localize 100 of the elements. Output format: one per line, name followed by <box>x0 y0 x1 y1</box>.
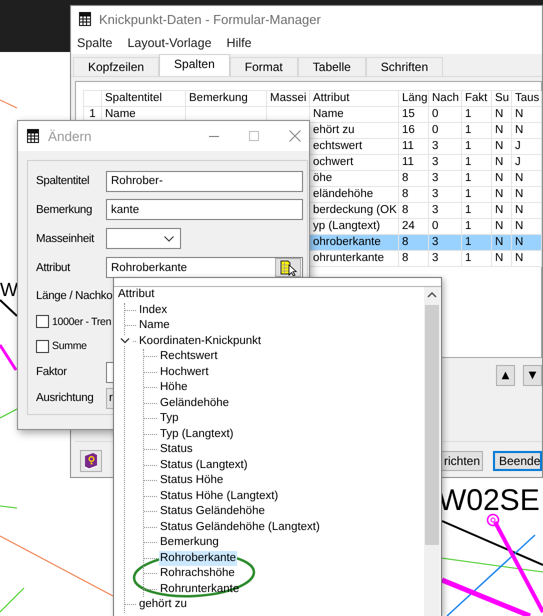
menu-item[interactable]: Spalte <box>77 36 112 50</box>
table-cell: N <box>512 203 542 219</box>
table-cell: 3 <box>429 171 462 187</box>
dialog-button[interactable]: Beende <box>493 451 542 471</box>
tree-root[interactable]: Attribut <box>117 287 156 302</box>
picker-button[interactable] <box>275 258 301 277</box>
help-button[interactable] <box>80 450 102 472</box>
column-header[interactable]: Nach <box>429 91 462 107</box>
drawing-line <box>0 100 18 108</box>
drawing-line <box>0 299 18 317</box>
maximize-icon <box>249 131 259 141</box>
table-cell: 11 <box>399 139 429 155</box>
table-cell: 3 <box>429 155 462 171</box>
picker-field[interactable]: Rohroberkante <box>106 257 303 278</box>
table-cell: J <box>512 155 542 171</box>
tree-item[interactable]: Koordinaten-Knickpunkt <box>138 334 262 349</box>
table-cell: 3 <box>429 203 462 219</box>
table-cell: 0 <box>429 107 462 123</box>
tree-item[interactable]: Status Geländehöhe (Langtext) <box>159 520 321 535</box>
column-header[interactable]: Läng <box>399 91 429 107</box>
tree-item[interactable]: Index <box>138 302 168 318</box>
table-cell: 11 <box>399 155 429 171</box>
window-title: Knickpunkt-Daten - Formular-Manager <box>99 12 321 26</box>
drawing-line <box>0 344 18 371</box>
tree-item[interactable]: Name <box>138 318 171 334</box>
table-cell: 3 <box>429 235 462 251</box>
text-field[interactable]: kante <box>106 199 303 220</box>
tree-item[interactable]: Status (Langtext) <box>159 458 249 473</box>
tree-item[interactable]: Typ (Langtext) <box>159 426 235 442</box>
column-header[interactable]: Su <box>492 91 512 107</box>
table-icon <box>78 11 92 27</box>
checkbox-label[interactable]: 1000er - Tren <box>52 316 112 328</box>
table-icon <box>26 128 40 144</box>
table-cell: 1 <box>462 203 492 219</box>
tab[interactable]: Tabelle <box>298 57 366 76</box>
table-cell: N <box>512 187 542 203</box>
tab[interactable]: Spalten <box>159 54 230 76</box>
chevron-icon <box>164 236 174 242</box>
table-cell: 1 <box>462 187 492 203</box>
field-label: Ausrichtung <box>36 392 94 404</box>
table-cell: N <box>492 187 512 203</box>
checkbox[interactable] <box>36 315 49 328</box>
table-cell: 1 <box>462 235 492 251</box>
table-cell: N <box>492 203 512 219</box>
table-cell: 1 <box>462 251 492 267</box>
table-cell: 8 <box>399 235 429 251</box>
drawing-line <box>0 408 18 418</box>
menu-item[interactable]: Hilfe <box>226 36 252 50</box>
table-cell: J <box>512 139 542 155</box>
table-cell: 1 <box>462 139 492 155</box>
field-label: Spaltentitel <box>36 175 90 187</box>
move-button[interactable]: ▼ <box>523 365 542 386</box>
book-icon <box>82 452 100 470</box>
tree-item[interactable]: Rohroberkante <box>159 550 238 566</box>
table-cell: 3 <box>429 251 462 267</box>
tree-item[interactable]: Status <box>159 442 194 458</box>
text-field[interactable]: Rohrober- <box>106 170 303 192</box>
tree-item[interactable]: Bemerkung <box>159 535 220 550</box>
tree-item[interactable]: Rechtswert <box>159 349 219 364</box>
drawing-label: W02SE <box>438 486 540 516</box>
scroll-up-icon <box>427 292 437 298</box>
table-cell: 16 <box>399 123 429 139</box>
tree-item[interactable]: Status Höhe <box>159 473 224 488</box>
column-header[interactable]: Attribut <box>310 91 399 107</box>
table-cell: N <box>492 251 512 267</box>
checkbox-label[interactable]: Summe <box>52 340 87 352</box>
table-cell: 1 <box>462 107 492 123</box>
column-header[interactable]: Bemerkung <box>186 91 267 107</box>
tab[interactable]: Kopfzeilen <box>73 57 160 76</box>
tree-item[interactable]: Höhe <box>159 380 188 396</box>
dropdown-field[interactable] <box>106 228 181 249</box>
tree-item[interactable]: Typ <box>159 411 180 426</box>
field-label: Bemerkung <box>36 204 94 216</box>
column-header[interactable]: Massei <box>267 91 310 107</box>
scrollbar-thumb[interactable] <box>425 305 439 545</box>
tree-item[interactable]: gehört zu <box>138 597 188 612</box>
tab[interactable]: Format <box>230 57 298 76</box>
tab[interactable]: Schriften <box>366 57 444 76</box>
field-label: Faktor <box>36 366 68 378</box>
table-cell: 3 <box>429 187 462 203</box>
menu-item[interactable]: Layout-Vorlage <box>127 36 212 50</box>
node-marker <box>486 514 500 526</box>
move-button[interactable]: ▲ <box>496 365 515 386</box>
checkbox[interactable] <box>36 340 49 352</box>
table-cell: N <box>512 171 542 187</box>
tree-item[interactable]: Status Höhe (Langtext) <box>159 488 280 504</box>
tree-item[interactable]: Geländehöhe <box>159 396 230 411</box>
dialog-button[interactable]: richten <box>439 451 483 471</box>
tree-item[interactable]: Status Geländehöhe <box>159 504 266 520</box>
column-header[interactable]: Spaltentitel <box>102 91 186 107</box>
drawing-line <box>0 506 18 508</box>
tree-item[interactable]: Hochwert <box>159 364 210 380</box>
table-cell: N <box>492 171 512 187</box>
scrollbar[interactable] <box>424 287 440 616</box>
column-header[interactable]: Fakt <box>462 91 492 107</box>
table-cell: N <box>492 123 512 139</box>
column-header[interactable]: Taus <box>512 91 542 107</box>
table-cell: N <box>512 107 542 123</box>
tree-item[interactable]: Rohrachshöhe <box>159 566 236 582</box>
close-icon <box>289 130 301 142</box>
